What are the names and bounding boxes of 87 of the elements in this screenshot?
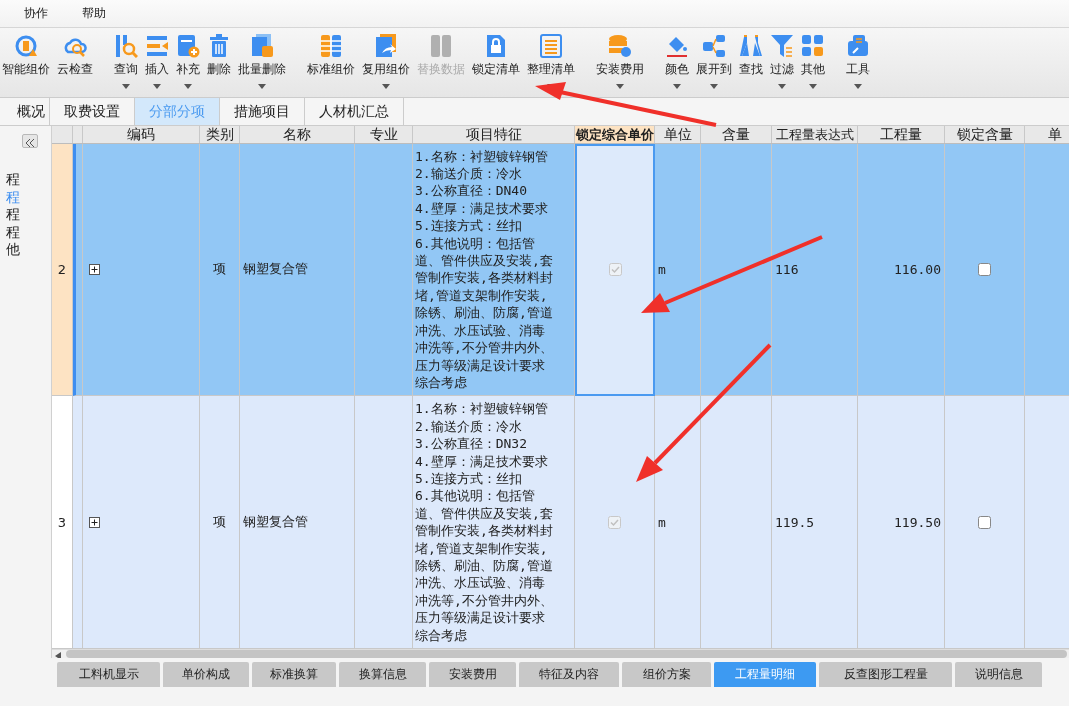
table-cell: 钢塑复合管 <box>240 143 355 397</box>
insert-lines-icon <box>145 34 169 58</box>
caret-icon <box>616 84 624 89</box>
caret-icon <box>809 84 817 89</box>
trash-icon <box>207 34 231 58</box>
table-cell: 钢塑复合管 <box>240 396 355 649</box>
toolbar-button[interactable]: 插入 <box>143 34 171 89</box>
table-cell: 1.名称：衬塑镀锌钢管 2.输送介质：冷水 3.公称直径：DN40 4.壁厚：满足技术要求 5.连接方式：丝扣 6.其他说明：包括管道、管件供应及安装,套管制作安装,各类材料封堵,管道支架制作安装,除锈、刷油、防腐,管道冲洗、水压试验、消毒冲洗等,不分管井内外、压力等级满足设计要求综合考虑 <box>413 143 575 397</box>
toolbar-button[interactable]: 工具 <box>830 34 872 89</box>
column-header[interactable]: 锁定综合单价 <box>575 126 655 143</box>
table-cell: 1.名称：衬塑镀锌钢管 2.输送介质：冷水 3.公称直径：DN32 4.壁厚：满足技术要求 5.连接方式：丝扣 6.其他说明：包括管道、管件供应及安装,套管制作安装,各类材料封堵,管道支架制作安装,除锈、刷油、防腐,管道冲洗、水压试验、消毒冲洗等,不分管井内外、压力等级满足设计要求综合考虑 <box>413 396 575 649</box>
column-header[interactable]: 单 <box>1025 126 1069 143</box>
caret-icon <box>258 84 266 89</box>
caret-icon <box>710 84 718 89</box>
grid-icon <box>801 34 825 58</box>
caret-icon <box>382 84 390 89</box>
toolbar-button[interactable]: 查询 <box>98 34 140 89</box>
column-header[interactable]: 编码 <box>83 126 200 143</box>
table-cell: 116 <box>772 143 858 397</box>
toolbar-button[interactable]: 删除 <box>205 34 233 78</box>
tab[interactable]: 说明信息 <box>955 662 1042 687</box>
caret-icon <box>153 84 161 89</box>
caret-icon <box>778 84 786 89</box>
menu-item[interactable]: 帮助 <box>82 5 106 22</box>
tab[interactable]: 换算信息 <box>339 662 426 687</box>
sidebar-item[interactable]: 程 <box>6 206 20 224</box>
column-header[interactable]: 含量 <box>701 126 772 143</box>
sidebar-item[interactable]: 程 <box>6 171 20 189</box>
collapse-button[interactable] <box>22 134 38 148</box>
table-cell: 119.50 <box>858 396 945 649</box>
sidebar-item[interactable]: 程 <box>6 223 20 241</box>
toolbar-button[interactable]: 云检查 <box>55 34 95 78</box>
toolbox-icon <box>846 34 870 58</box>
toolbar-button[interactable]: 补充 <box>174 34 202 89</box>
table-cell: 116.00 <box>858 143 945 397</box>
toolbar-button[interactable]: 查找 <box>737 34 765 78</box>
checkbox[interactable] <box>978 262 991 276</box>
double-chevron-left-icon <box>25 139 35 147</box>
document-arrow-icon <box>374 34 398 58</box>
toolbar-button[interactable]: 其他 <box>799 34 827 89</box>
caret-icon <box>184 84 192 89</box>
table-cell: 项 <box>200 396 240 649</box>
column-header[interactable]: 名称 <box>240 126 355 143</box>
caret-icon <box>122 84 130 89</box>
lock-icon <box>484 34 508 58</box>
toolbar-button[interactable]: 安装费用 <box>580 34 646 89</box>
tab[interactable]: 工料机显示 <box>57 662 160 687</box>
caret-icon <box>673 84 681 89</box>
column-header[interactable]: 类别 <box>200 126 240 143</box>
table-cell: 119.5 <box>772 396 858 649</box>
tab[interactable]: 标准换算 <box>252 662 336 687</box>
toolbar-button[interactable]: 整理清单 <box>525 34 577 89</box>
table-cell: m <box>655 143 701 397</box>
column-header[interactable]: 锁定含量 <box>945 126 1025 143</box>
column-header[interactable]: 工程量表达式 <box>772 126 858 143</box>
row-number: 2 <box>52 143 73 397</box>
toolbar-button[interactable]: 批量删除 <box>236 34 288 89</box>
tab[interactable]: 组价方案 <box>622 662 711 687</box>
document-plus-icon <box>176 34 200 58</box>
caret-icon <box>854 84 862 89</box>
search-icon <box>114 34 138 58</box>
tab[interactable]: 特征及内容 <box>519 662 619 687</box>
checkbox[interactable] <box>978 515 991 529</box>
funnel-icon <box>770 34 794 58</box>
column-header[interactable]: 专业 <box>355 126 413 143</box>
toolbar-button[interactable]: 过滤 <box>768 34 796 89</box>
toolbar-button[interactable]: 智能组价 <box>0 34 52 78</box>
toolbar-button[interactable]: 标准组价 <box>291 34 357 78</box>
toolbar-button[interactable]: 颜色 <box>649 34 691 89</box>
sidebar-item[interactable]: 他 <box>6 241 20 259</box>
tab[interactable]: 安装费用 <box>429 662 516 687</box>
list-document-icon <box>539 34 563 58</box>
columns-icon <box>319 34 343 58</box>
hierarchy-icon <box>702 34 726 58</box>
column-header[interactable]: 工程量 <box>858 126 945 143</box>
table-cell: m <box>655 396 701 649</box>
row-number: 3 <box>52 396 73 649</box>
expand-icon[interactable] <box>89 516 100 528</box>
table-cell: 项 <box>200 143 240 397</box>
tab[interactable]: 单价构成 <box>163 662 249 687</box>
expand-icon[interactable] <box>89 263 100 275</box>
toolbar-button[interactable]: 复用组价 <box>360 34 412 89</box>
menu-item[interactable]: 协作 <box>24 5 48 22</box>
column-header[interactable]: 单位 <box>655 126 701 143</box>
toolbar-button[interactable]: 展开到 <box>694 34 734 89</box>
toolbar-button[interactable]: 锁定清单 <box>470 34 522 78</box>
tab[interactable]: 反查图形工程量 <box>819 662 952 687</box>
